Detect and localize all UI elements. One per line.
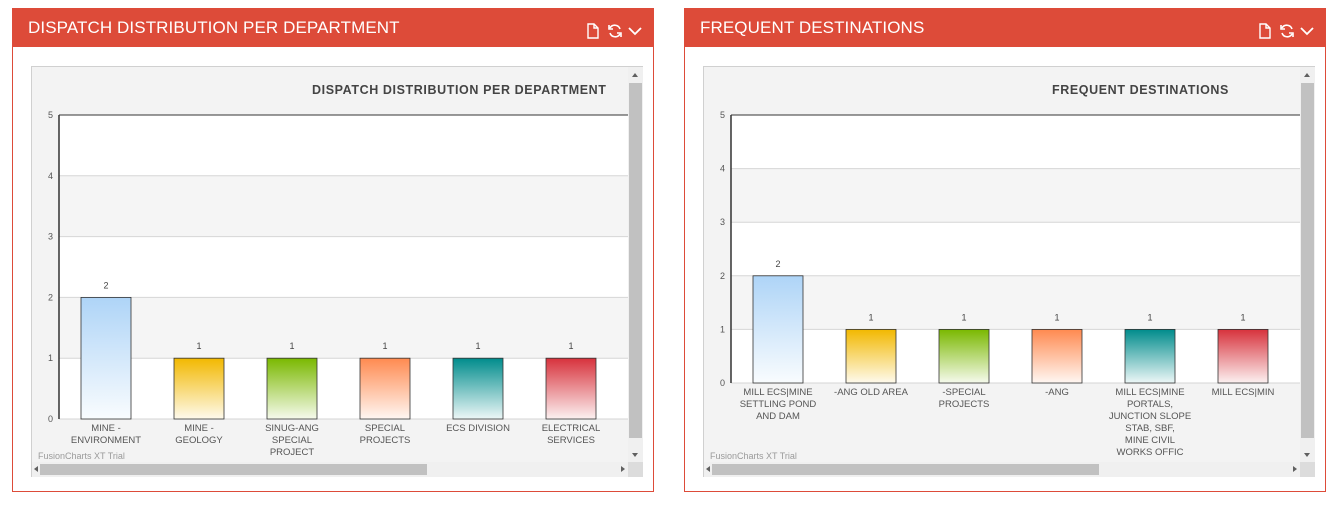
scroll-down-icon[interactable] bbox=[632, 453, 638, 457]
chevron-down-icon[interactable] bbox=[1299, 23, 1315, 39]
scrollbar-corner bbox=[628, 462, 643, 477]
horizontal-scrollbar[interactable] bbox=[704, 462, 1301, 477]
y-tick-label: 4 bbox=[48, 171, 53, 181]
scroll-left-icon[interactable] bbox=[34, 466, 38, 472]
data-label: 1 bbox=[1147, 312, 1152, 322]
y-tick-label: 3 bbox=[720, 217, 725, 227]
y-tick-label: 2 bbox=[720, 271, 725, 281]
data-label: 1 bbox=[1054, 312, 1059, 322]
scroll-right-icon[interactable] bbox=[1293, 466, 1297, 472]
x-tick-label: MINE -ENVIRONMENT bbox=[71, 423, 141, 446]
bar bbox=[938, 328, 990, 384]
chart-title: DISPATCH DISTRIBUTION PER DEPARTMENT bbox=[312, 83, 607, 97]
x-tick-label: -ANG OLD AREA bbox=[834, 387, 909, 398]
bar bbox=[266, 357, 318, 420]
scrollbar-thumb[interactable] bbox=[712, 464, 1099, 475]
scroll-left-icon[interactable] bbox=[706, 466, 710, 472]
bar bbox=[1124, 328, 1176, 384]
scroll-down-icon[interactable] bbox=[1304, 453, 1310, 457]
y-tick-label: 2 bbox=[48, 292, 53, 302]
data-label: 1 bbox=[196, 341, 201, 351]
bar bbox=[80, 296, 132, 420]
grid-band bbox=[731, 275, 1301, 330]
dispatch-distribution-panel: DISPATCH DISTRIBUTION PER DEPARTMENT DIS… bbox=[12, 8, 654, 492]
scrollbar-thumb[interactable] bbox=[40, 464, 427, 475]
scrollbar-corner bbox=[1300, 462, 1315, 477]
panel-title: FREQUENT DESTINATIONS bbox=[700, 18, 925, 37]
bar bbox=[752, 275, 804, 384]
data-label: 1 bbox=[289, 341, 294, 351]
plot-area bbox=[59, 115, 629, 419]
bar bbox=[173, 357, 225, 420]
y-tick-label: 5 bbox=[720, 110, 725, 120]
y-tick-label: 0 bbox=[720, 378, 725, 388]
watermark: FusionCharts XT Trial bbox=[710, 451, 797, 461]
y-tick-label: 1 bbox=[48, 353, 53, 363]
y-tick-label: 4 bbox=[720, 164, 725, 174]
bar bbox=[1031, 328, 1083, 384]
data-label: 2 bbox=[103, 280, 108, 290]
scrollbar-thumb[interactable] bbox=[1301, 83, 1314, 438]
data-label: 1 bbox=[1240, 312, 1245, 322]
x-tick-label: SPECIAL PROJECTS bbox=[360, 423, 411, 446]
x-tick-label: MILL ECS|MINE SETTLING POND AND DAM bbox=[740, 387, 817, 422]
scroll-up-icon[interactable] bbox=[632, 73, 638, 77]
y-tick-label: 3 bbox=[48, 232, 53, 242]
x-tick-label: -SPECIAL PROJECTS bbox=[939, 387, 990, 410]
y-tick-label: 1 bbox=[720, 324, 725, 334]
bar bbox=[452, 357, 504, 420]
data-label: 1 bbox=[475, 341, 480, 351]
grid-band bbox=[59, 297, 629, 359]
vertical-scrollbar[interactable] bbox=[628, 67, 643, 463]
panel-title: DISPATCH DISTRIBUTION PER DEPARTMENT bbox=[28, 18, 400, 37]
panel-header: FREQUENT DESTINATIONS bbox=[685, 9, 1325, 47]
panel-header: DISPATCH DISTRIBUTION PER DEPARTMENT bbox=[13, 9, 653, 47]
data-label: 1 bbox=[868, 312, 873, 322]
frequent-destinations-panel: FREQUENT DESTINATIONS FREQUENT DESTINATI… bbox=[684, 8, 1326, 492]
refresh-icon[interactable] bbox=[1279, 23, 1295, 39]
data-label: 1 bbox=[382, 341, 387, 351]
horizontal-scrollbar[interactable] bbox=[32, 462, 629, 477]
x-tick-label: MINE -GEOLOGY bbox=[175, 423, 223, 446]
bar bbox=[545, 357, 597, 420]
data-label: 1 bbox=[961, 312, 966, 322]
x-tick-label: SINUG-ANG SPECIAL PROJECT bbox=[265, 423, 319, 458]
bar bbox=[1217, 328, 1269, 384]
bar-chart: DISPATCH DISTRIBUTION PER DEPARTMENT 0 1 2 3… bbox=[48, 83, 629, 458]
vertical-scrollbar[interactable] bbox=[1300, 67, 1315, 463]
grid-band bbox=[731, 168, 1301, 223]
document-icon[interactable] bbox=[1258, 23, 1274, 39]
scroll-right-icon[interactable] bbox=[621, 466, 625, 472]
grid-band bbox=[59, 175, 629, 237]
x-tick-label: -ANG bbox=[1045, 387, 1069, 398]
x-tick-label: MILL ECS|MINE PORTALS, JUNCTION SLOPE STAB,… bbox=[1109, 387, 1191, 458]
bar bbox=[359, 357, 411, 420]
chart-container: FREQUENT DESTINATIONS 0 1 2 3 4 5 2 MILL ECS|MIN… bbox=[703, 66, 1315, 477]
document-icon[interactable] bbox=[586, 23, 602, 39]
scrollbar-thumb[interactable] bbox=[629, 83, 642, 438]
chart-container: DISPATCH DISTRIBUTION PER DEPARTMENT 0 1 2 3… bbox=[31, 66, 643, 477]
watermark: FusionCharts XT Trial bbox=[38, 451, 125, 461]
y-tick-label: 0 bbox=[48, 414, 53, 424]
refresh-icon[interactable] bbox=[607, 23, 623, 39]
x-tick-label: MILL ECS|MIN bbox=[1212, 387, 1275, 398]
bar bbox=[845, 328, 897, 384]
data-label: 1 bbox=[568, 341, 573, 351]
bar-chart: FREQUENT DESTINATIONS 0 1 2 3 4 5 2 MILL ECS|MIN… bbox=[720, 83, 1301, 458]
data-label: 2 bbox=[775, 259, 780, 269]
plot-area bbox=[731, 115, 1301, 383]
x-tick-label: ELECTRICAL SERVICES bbox=[542, 423, 601, 446]
y-tick-label: 5 bbox=[48, 110, 53, 120]
chevron-down-icon[interactable] bbox=[627, 23, 643, 39]
scroll-up-icon[interactable] bbox=[1304, 73, 1310, 77]
x-tick-label: ECS DIVISION bbox=[446, 423, 510, 434]
chart-title: FREQUENT DESTINATIONS bbox=[1052, 83, 1229, 97]
